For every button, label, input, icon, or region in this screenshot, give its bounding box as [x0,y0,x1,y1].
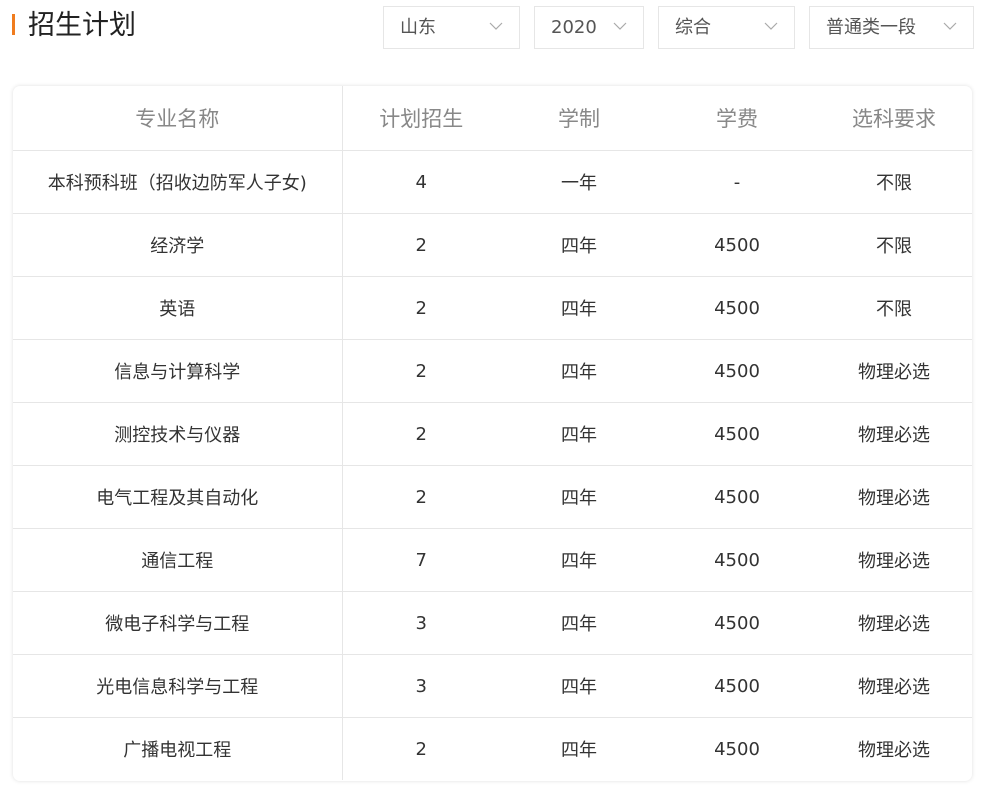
cell-plan-count: 4 [415,171,427,193]
cell-duration: 四年 [500,465,658,529]
cell-subject-requirement: 物理必选 [816,402,972,466]
cell-subject-requirement: 物理必选 [816,465,972,529]
province-select-value: 山东 [400,17,436,38]
chevron-down-icon [764,19,778,33]
subject-select[interactable]: 综合 [658,6,795,49]
table-row: 电气工程及其自动化 2 四年 4500 物理必选 [13,465,972,529]
cell-tuition: 4500 [658,339,816,403]
cell-duration: 四年 [500,276,658,340]
cell-tuition: - [733,171,741,193]
page-title: 招生计划 [28,10,136,41]
table-header-row: 专业名称 计划招生 学制 学费 选科要求 [13,86,972,151]
cell-tuition: 4500 [658,717,816,780]
cell-duration: 四年 [500,339,658,403]
table-row: 光电信息科学与工程 3 四年 4500 物理必选 [13,654,972,718]
column-header-major: 专业名称 [13,86,343,151]
cell-tuition: 4500 [658,213,816,277]
cell-duration: 四年 [500,654,658,718]
cell-major: 英语 [13,276,343,340]
batch-select-value: 普通类一段 [826,17,916,38]
cell-plan-count: 7 [342,528,500,592]
cell-subject-requirement: 物理必选 [816,654,972,718]
cell-tuition: 4500 [658,402,816,466]
column-header-duration: 学制 [500,86,658,151]
cell-tuition: 4500 [658,465,816,529]
cell-subject-requirement: 物理必选 [816,528,972,592]
cell-major: 电气工程及其自动化 [13,465,343,529]
batch-select[interactable]: 普通类一段 [809,6,974,49]
cell-subject-requirement: 物理必选 [816,717,972,780]
table-row: 通信工程 7 四年 4500 物理必选 [13,528,972,592]
cell-duration: 四年 [500,213,658,277]
cell-major: 光电信息科学与工程 [13,654,343,718]
province-select[interactable]: 山东 [383,6,520,49]
cell-major: 测控技术与仪器 [13,402,343,466]
cell-plan-count: 3 [342,591,500,655]
cell-plan-count: 2 [342,276,500,340]
cell-major: 本科预科班（招收边防军人子女) [13,150,343,214]
cell-plan-count: 2 [342,717,500,780]
cell-major: 通信工程 [13,528,343,592]
cell-subject-requirement: 不限 [816,213,972,277]
column-header-plan-count: 计划招生 [342,86,500,151]
cell-major: 广播电视工程 [13,717,343,780]
cell-duration: 一年 [561,173,597,194]
cell-tuition: 4500 [658,591,816,655]
cell-plan-count: 2 [342,402,500,466]
cell-plan-count: 2 [342,465,500,529]
table-row: 广播电视工程 2 四年 4500 物理必选 [13,717,972,780]
cell-major: 微电子科学与工程 [13,591,343,655]
title-accent-bar [12,14,15,35]
table-row: 信息与计算科学 2 四年 4500 物理必选 [13,339,972,403]
year-select[interactable]: 2020 [534,6,644,49]
cell-tuition: 4500 [658,528,816,592]
cell-duration: 四年 [500,591,658,655]
cell-tuition: 4500 [658,276,816,340]
cell-major: 经济学 [13,213,343,277]
chevron-down-icon [613,19,627,33]
cell-duration: 四年 [500,528,658,592]
column-header-subject-requirement: 选科要求 [816,86,972,151]
cell-subject-requirement: 物理必选 [816,339,972,403]
cell-subject-requirement: 物理必选 [816,591,972,655]
chevron-down-icon [489,19,503,33]
cell-duration: 四年 [500,717,658,780]
cell-plan-count: 2 [342,213,500,277]
table-row: 英语 2 四年 4500 不限 [13,276,972,340]
cell-subject-requirement: 不限 [816,276,972,340]
table-row: 测控技术与仪器 2 四年 4500 物理必选 [13,402,972,466]
cell-duration: 四年 [500,402,658,466]
table-row: 本科预科班（招收边防军人子女) 4 一年 - 不限 [13,150,972,214]
cell-subject-requirement: 不限 [876,173,912,194]
cell-plan-count: 3 [342,654,500,718]
subject-select-value: 综合 [675,17,711,38]
cell-plan-count: 2 [342,339,500,403]
column-header-tuition: 学费 [658,86,816,151]
cell-tuition: 4500 [658,654,816,718]
table-row: 微电子科学与工程 3 四年 4500 物理必选 [13,591,972,655]
enrollment-plan-table-card: 专业名称 计划招生 学制 学费 选科要求 本科预科班（招收边防军人子女) 4 一… [13,86,972,781]
year-select-value: 2020 [551,17,597,38]
cell-major: 信息与计算科学 [13,339,343,403]
table-row: 经济学 2 四年 4500 不限 [13,213,972,277]
chevron-down-icon [943,19,957,33]
enrollment-plan-table: 专业名称 计划招生 学制 学费 选科要求 本科预科班（招收边防军人子女) 4 一… [13,86,972,780]
